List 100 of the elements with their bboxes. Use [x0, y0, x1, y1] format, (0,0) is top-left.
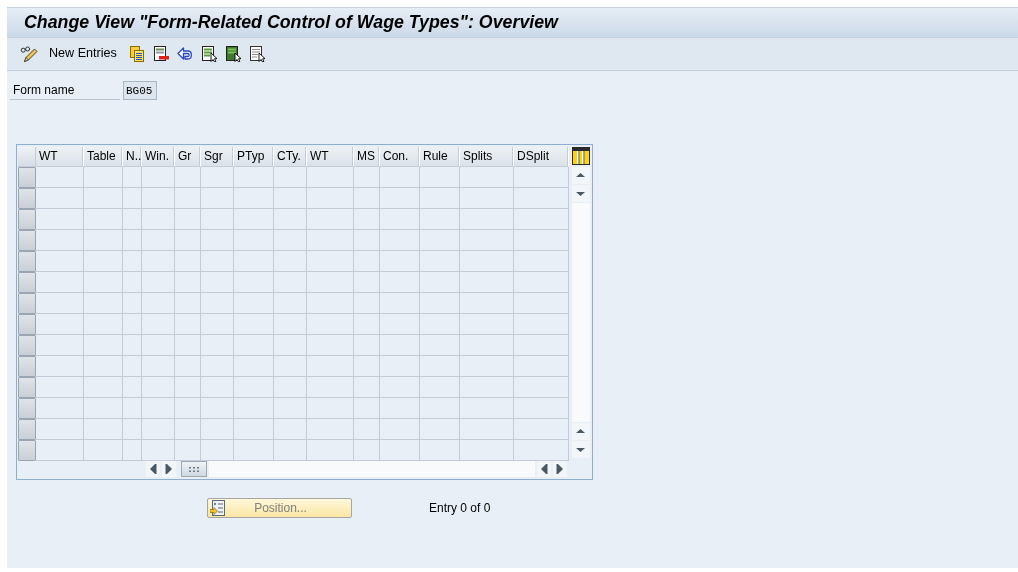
table-cell: [514, 167, 569, 188]
table-cell: [514, 356, 569, 377]
scroll-down-icon[interactable]: [572, 441, 590, 458]
pencil-glasses-icon[interactable]: [20, 46, 38, 62]
column-header[interactable]: PTyp: [234, 147, 274, 167]
table-cell: [380, 335, 420, 356]
scroll-down-icon[interactable]: [572, 185, 590, 202]
scroll-left-icon[interactable]: [146, 461, 160, 477]
new-entries-button[interactable]: New Entries: [47, 46, 119, 62]
table-cell: [420, 335, 460, 356]
table-cell: [36, 314, 84, 335]
table-cell: [354, 251, 380, 272]
table-cell: [142, 167, 175, 188]
column-header[interactable]: Con.: [380, 147, 420, 167]
table-cell: [234, 419, 274, 440]
table-cell: [142, 209, 175, 230]
scroll-right-icon[interactable]: [553, 461, 567, 477]
table-cell: [380, 251, 420, 272]
table-cell: [274, 272, 307, 293]
table-cell: [175, 188, 201, 209]
table-cell: [201, 251, 234, 272]
table-cell: [123, 167, 142, 188]
table-cell: [380, 272, 420, 293]
scrollbar-track[interactable]: [209, 461, 535, 477]
table-cell: [274, 398, 307, 419]
table-cell: [84, 167, 123, 188]
table-cell: [234, 293, 274, 314]
table-cell: [460, 251, 514, 272]
table-cell: [460, 188, 514, 209]
grip-icon: [189, 466, 199, 472]
table-cell: [175, 230, 201, 251]
table-cell: [84, 188, 123, 209]
table-cell: [123, 209, 142, 230]
table-cell: [201, 209, 234, 230]
column-header[interactable]: Gr: [175, 147, 201, 167]
table-cell: [420, 251, 460, 272]
table-cell: [354, 167, 380, 188]
table-cell: [234, 377, 274, 398]
table-cell: [175, 335, 201, 356]
column-header[interactable]: WT: [307, 147, 354, 167]
table-cell: [380, 230, 420, 251]
table-cell: [36, 188, 84, 209]
table-cell: [307, 356, 354, 377]
table-cell: [234, 209, 274, 230]
table-cell: [142, 188, 175, 209]
column-header[interactable]: Win.: [142, 147, 175, 167]
table-cell: [274, 314, 307, 335]
scroll-thumb[interactable]: [181, 461, 207, 477]
scroll-up-icon[interactable]: [572, 167, 590, 184]
table-settings-icon[interactable]: [572, 147, 590, 165]
column-header[interactable]: WT: [36, 147, 84, 167]
scroll-right-icon[interactable]: [162, 461, 176, 477]
table-cell: [201, 398, 234, 419]
table-cell: [234, 335, 274, 356]
table-cell: [420, 356, 460, 377]
scroll-up-icon[interactable]: [572, 423, 590, 440]
table-cell: [123, 293, 142, 314]
table-cell: [354, 209, 380, 230]
table-cell: [84, 440, 123, 461]
table-cell: [142, 251, 175, 272]
column-header[interactable]: Rule: [420, 147, 460, 167]
column-header[interactable]: N..: [123, 147, 142, 167]
table-cell: [175, 419, 201, 440]
table-cell: [514, 251, 569, 272]
table-cell: [175, 377, 201, 398]
table-cell: [36, 251, 84, 272]
table-cell: [175, 293, 201, 314]
table-cell: [307, 167, 354, 188]
column-header[interactable]: Sgr: [201, 147, 234, 167]
table-cell: [274, 251, 307, 272]
table-cell: [380, 209, 420, 230]
column-header[interactable]: CTy.: [274, 147, 307, 167]
table-cell: [514, 293, 569, 314]
column-header[interactable]: Splits: [460, 147, 514, 167]
document-pointer-icon[interactable]: [200, 46, 217, 62]
table-cell: [307, 398, 354, 419]
column-header[interactable]: DSplit: [514, 147, 569, 167]
document-minus-icon[interactable]: [152, 46, 169, 62]
table-cell: [307, 419, 354, 440]
table-cell: [123, 230, 142, 251]
table-cell: [460, 398, 514, 419]
table-cell: [307, 335, 354, 356]
form-name-field[interactable]: BG05: [123, 81, 157, 100]
table-cell: [420, 188, 460, 209]
table-cell: [201, 293, 234, 314]
table-cell: [36, 230, 84, 251]
list-pointer-icon[interactable]: [248, 46, 265, 62]
table-cell: [460, 314, 514, 335]
table-cell: [514, 335, 569, 356]
table-cell: [201, 272, 234, 293]
scroll-left-icon[interactable]: [537, 461, 551, 477]
table-cell: [354, 398, 380, 419]
column-header[interactable]: Table: [84, 147, 123, 167]
column-header[interactable]: MS: [354, 147, 380, 167]
copy-icon[interactable]: [128, 46, 145, 62]
undo-icon[interactable]: [176, 46, 193, 62]
table-cell: [142, 419, 175, 440]
document-pointer-icon[interactable]: [224, 46, 241, 62]
table-cell: [514, 209, 569, 230]
table-cell: [234, 398, 274, 419]
